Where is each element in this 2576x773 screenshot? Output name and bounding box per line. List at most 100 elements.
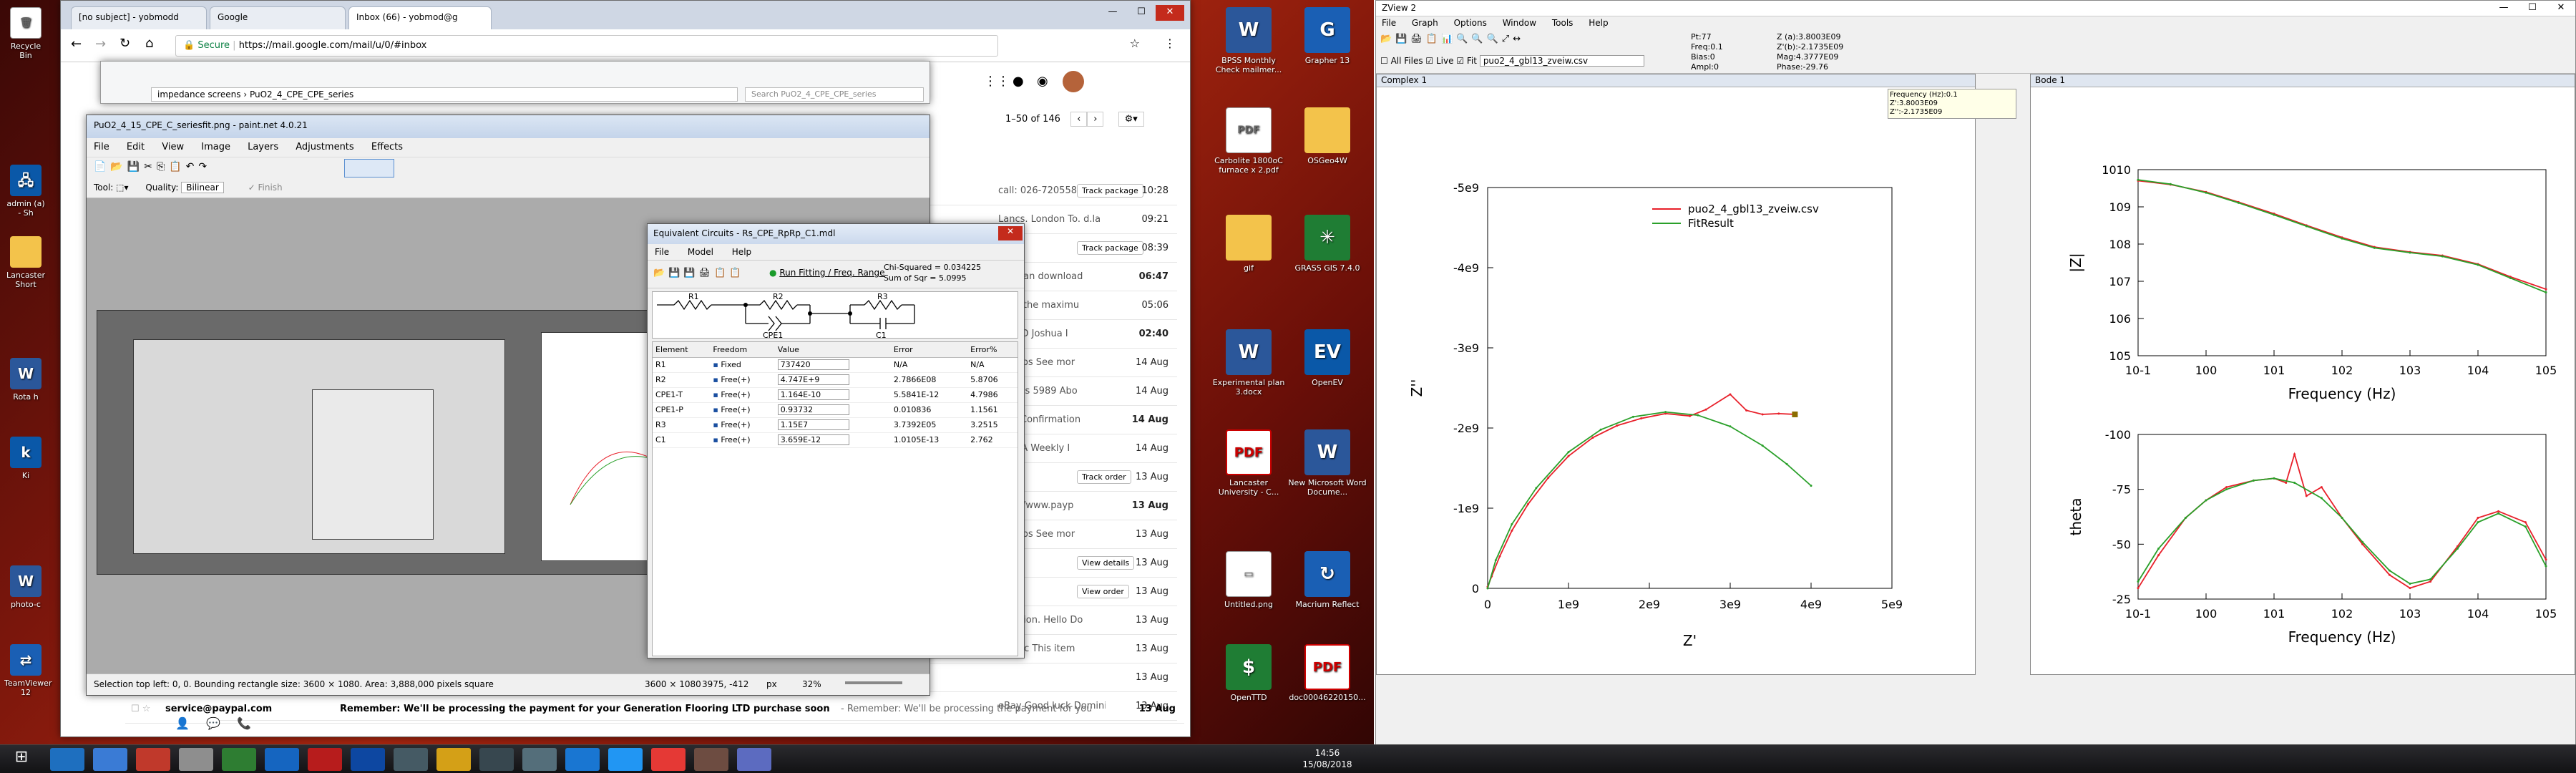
desktop-icon[interactable]: W Rota h: [4, 358, 47, 402]
app-icon[interactable]: [694, 748, 728, 771]
table-cell-value[interactable]: 737420: [774, 357, 891, 373]
back-icon[interactable]: ←: [71, 37, 82, 52]
desktop-icon[interactable]: ⇄ TeamViewer 12: [4, 644, 52, 697]
menu-help[interactable]: Help: [732, 247, 751, 257]
desktop-icon[interactable]: W New Microsoft Word Docume...: [1288, 429, 1367, 497]
zoom-slider[interactable]: [845, 681, 902, 684]
breadcrumb[interactable]: impedance screens › PuO2_4_CPE_CPE_serie…: [151, 87, 738, 102]
freedom-dropdown-icon[interactable]: ▪: [713, 390, 721, 399]
menu-icon[interactable]: ⋮: [1164, 37, 1176, 50]
account-icon[interactable]: ◉: [1037, 74, 1048, 89]
desktop-icon[interactable]: ▭ Untitled.png: [1209, 551, 1288, 609]
zview-toolbar-icons[interactable]: 📂💾🖨📋📊🔍🔍🔍⤢↔: [1380, 34, 1524, 44]
tab-inbox[interactable]: Inbox (66) - yobmod@g: [348, 6, 492, 29]
menu-image[interactable]: Image: [201, 142, 230, 152]
desktop-icon[interactable]: PDF doc00046220150...: [1288, 644, 1367, 702]
finish-button[interactable]: ✓ Finish: [248, 183, 283, 193]
desktop-icon[interactable]: ↻ Macrium Reflect: [1288, 551, 1367, 609]
desktop-icon[interactable]: W BPSS Monthly Check mailmer...: [1209, 7, 1288, 74]
menu-adjustments[interactable]: Adjustments: [296, 142, 353, 152]
table-cell-value[interactable]: 0.93732: [774, 402, 891, 418]
minimize-button[interactable]: —: [1098, 5, 1127, 21]
live-label[interactable]: Live: [1436, 56, 1454, 66]
menu-effects[interactable]: Effects: [371, 142, 403, 152]
circuit-diagram[interactable]: R1 R2 CPE1 R3 C1: [652, 291, 1018, 340]
menu-graph[interactable]: Graph: [1412, 18, 1438, 28]
word-icon[interactable]: [351, 748, 385, 771]
media-icon[interactable]: [136, 748, 170, 771]
toolbar-icons[interactable]: 📄📂💾✂⎘📋↶↷: [94, 161, 211, 172]
prev-page-button[interactable]: ‹: [1070, 112, 1088, 127]
next-page-button[interactable]: ›: [1087, 112, 1104, 127]
menu-file[interactable]: File: [655, 247, 669, 257]
app-icon[interactable]: [737, 748, 771, 771]
menu-layers[interactable]: Layers: [248, 142, 278, 152]
person-icon[interactable]: 👤: [175, 716, 190, 730]
bode-plot-svg[interactable]: 10-1 100 101 102 103 104 105 1010 109 108 107 106 10…: [2031, 87, 2575, 674]
freedom-dropdown-icon[interactable]: ▪: [713, 375, 721, 384]
table-cell-value[interactable]: 3.659E-12: [774, 432, 891, 448]
menu-options[interactable]: Options: [1454, 18, 1487, 28]
desktop-icon[interactable]: EV OpenEV: [1288, 329, 1367, 387]
fit-label[interactable]: Fit: [1467, 56, 1477, 66]
eqc-toolbar-icons[interactable]: 📂💾💾🖨📋📋: [653, 268, 744, 278]
mail-action-button[interactable]: Track package: [1077, 184, 1143, 198]
menu-file[interactable]: File: [94, 142, 109, 152]
mail-action-button[interactable]: Track order: [1077, 470, 1131, 484]
app-icon[interactable]: [394, 748, 428, 771]
app-icon[interactable]: [522, 748, 557, 771]
table-cell-freedom[interactable]: ▪ Free(+): [710, 387, 775, 403]
run-fitting-button[interactable]: ● Run Fitting / Freq. Range: [769, 268, 885, 278]
table-row[interactable]: C1 ▪ Free(+) 3.659E-12 1.0105E-13 2.762: [653, 432, 1018, 448]
close-button[interactable]: ✕: [2547, 1, 2575, 16]
clock[interactable]: 14:56 15/08/2018: [1288, 747, 1367, 770]
table-cell-value[interactable]: 1.164E-10: [774, 387, 891, 403]
desktop-icon[interactable]: PDF Lancaster University - C...: [1209, 429, 1288, 497]
table-row[interactable]: CPE1-T ▪ Free(+) 1.164E-10 5.5841E-12 4.7986: [653, 387, 1018, 403]
freedom-dropdown-icon[interactable]: ▪: [713, 420, 721, 429]
breadcrumb-item[interactable]: impedance screens: [157, 89, 241, 99]
table-cell-freedom[interactable]: ▪ Free(+): [710, 432, 775, 448]
start-icon[interactable]: ⊞: [7, 748, 36, 771]
table-cell-freedom[interactable]: ▪ Free(+): [710, 372, 775, 388]
tab-no-subject[interactable]: [no subject] - yobmodd: [71, 6, 207, 29]
terminal-icon[interactable]: [265, 748, 299, 771]
all-files-label[interactable]: All Files: [1391, 56, 1423, 66]
dropbox-icon[interactable]: [93, 748, 127, 771]
minimize-button[interactable]: —: [2489, 1, 2518, 16]
vscode-icon[interactable]: [608, 748, 643, 771]
desktop-icon[interactable]: OSGeo4W: [1288, 107, 1367, 165]
reload-icon[interactable]: ↻: [119, 36, 130, 51]
chat-icon[interactable]: 💬: [206, 716, 220, 730]
star-icon[interactable]: ☆: [1130, 37, 1140, 50]
checkbox-icon[interactable]: ☐ ☆: [131, 704, 150, 714]
maximize-button[interactable]: ☐: [2518, 1, 2547, 16]
app-icon[interactable]: [565, 748, 600, 771]
explorer-icon[interactable]: [436, 748, 471, 771]
table-cell-value[interactable]: 4.747E+9: [774, 372, 891, 388]
table-cell-freedom[interactable]: ▪ Fixed: [710, 357, 775, 373]
desktop-icon[interactable]: Lancaster Short: [4, 236, 47, 289]
phone-icon[interactable]: 📞: [237, 716, 251, 730]
status-unit[interactable]: px: [766, 679, 777, 689]
desktop-icon[interactable]: gif: [1209, 215, 1288, 273]
table-row[interactable]: R2 ▪ Free(+) 4.747E+9 2.7866E08 5.8706: [653, 372, 1018, 388]
status-zoom[interactable]: 32%: [802, 679, 821, 689]
table-row[interactable]: R1 ▪ Fixed 737420 N/A N/A: [653, 357, 1018, 373]
desktop-icon[interactable]: PDF Carbolite 1800oC furnace x 2.pdf: [1209, 107, 1288, 175]
forward-icon[interactable]: →: [95, 37, 106, 52]
menu-file[interactable]: File: [1382, 18, 1396, 28]
freedom-dropdown-icon[interactable]: ▪: [713, 435, 721, 444]
address-bar[interactable]: 🔒 Secure | https://mail.google.com/mail/…: [175, 35, 998, 57]
quality-select[interactable]: Bilinear: [181, 182, 224, 193]
menu-edit[interactable]: Edit: [127, 142, 145, 152]
paintnet-canvas[interactable]: [97, 310, 726, 575]
close-button[interactable]: ✕: [998, 226, 1023, 240]
table-row[interactable]: CPE1-P ▪ Free(+) 0.93732 0.010836 1.1561: [653, 402, 1018, 418]
table-cell-freedom[interactable]: ▪ Free(+): [710, 402, 775, 418]
chrome-icon[interactable]: [179, 748, 213, 771]
desktop-icon[interactable]: k Ki: [4, 437, 47, 480]
image-thumbnail[interactable]: [344, 159, 394, 178]
desktop-icon[interactable]: 🖧 admin (a) - Sh: [4, 165, 47, 218]
desktop-icon[interactable]: ✳ GRASS GIS 7.4.0: [1288, 215, 1367, 273]
